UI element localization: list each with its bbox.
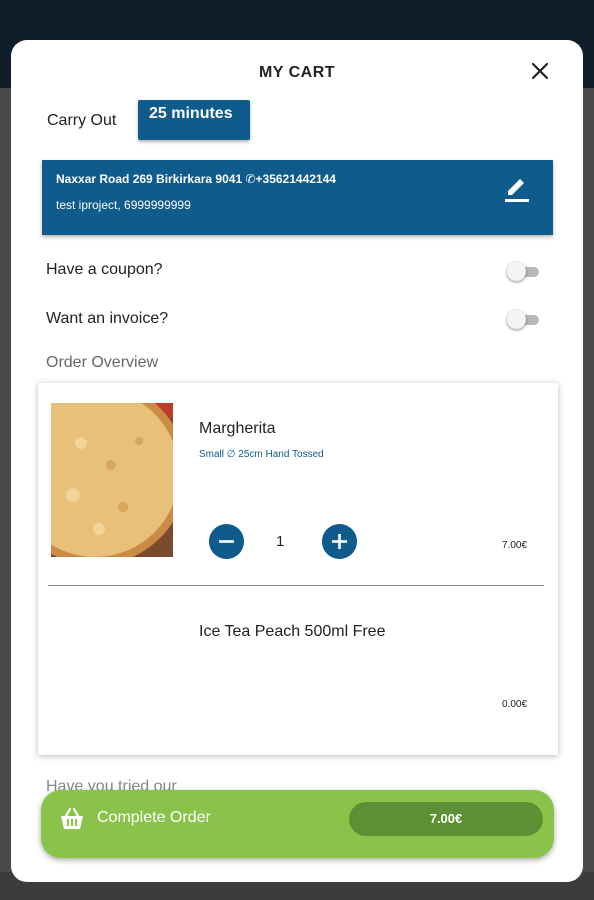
order-total-badge: 7.00€: [349, 802, 543, 836]
item-price: 7.00€: [502, 540, 528, 551]
close-icon[interactable]: [527, 58, 553, 84]
address-line: Naxxar Road 269 Birkirkara 9041 ✆+356214…: [56, 172, 336, 186]
invoice-toggle[interactable]: [507, 310, 541, 329]
invoice-label: Want an invoice?: [46, 310, 169, 327]
order-card: Margherita Small ∅ 25cm Hand Tossed 1 7.…: [38, 383, 558, 755]
address-contact: test iproject, 6999999999: [56, 198, 191, 212]
item-name: Ice Tea Peach 500ml Free: [199, 623, 386, 640]
pizza-image: [51, 403, 173, 557]
item-price: 0.00€: [502, 699, 528, 710]
address-card[interactable]: Naxxar Road 269 Birkirkara 9041 ✆+356214…: [42, 160, 553, 235]
delivery-time-badge[interactable]: 25 minutes: [138, 100, 250, 140]
cart-dialog: MY CART Carry Out 25 minutes Naxxar Road…: [11, 40, 583, 882]
order-overview-heading: Order Overview: [46, 354, 159, 371]
edit-icon[interactable]: [502, 174, 532, 204]
delivery-mode-label: Carry Out: [47, 112, 117, 129]
decrease-quantity-button[interactable]: [209, 524, 244, 559]
complete-order-label: Complete Order: [97, 809, 211, 826]
item-description: Small ∅ 25cm Hand Tossed: [199, 449, 324, 460]
cart-title: MY CART: [258, 64, 336, 81]
item-divider: [48, 585, 544, 586]
coupon-label: Have a coupon?: [46, 261, 163, 278]
item-name: Margherita: [199, 420, 276, 437]
quantity-value: 1: [276, 533, 285, 550]
coupon-toggle[interactable]: [507, 262, 541, 281]
complete-order-button[interactable]: Complete Order 7.00€: [41, 790, 554, 858]
increase-quantity-button[interactable]: [322, 524, 357, 559]
basket-icon: [61, 808, 83, 829]
order-total: 7.00€: [429, 811, 463, 826]
